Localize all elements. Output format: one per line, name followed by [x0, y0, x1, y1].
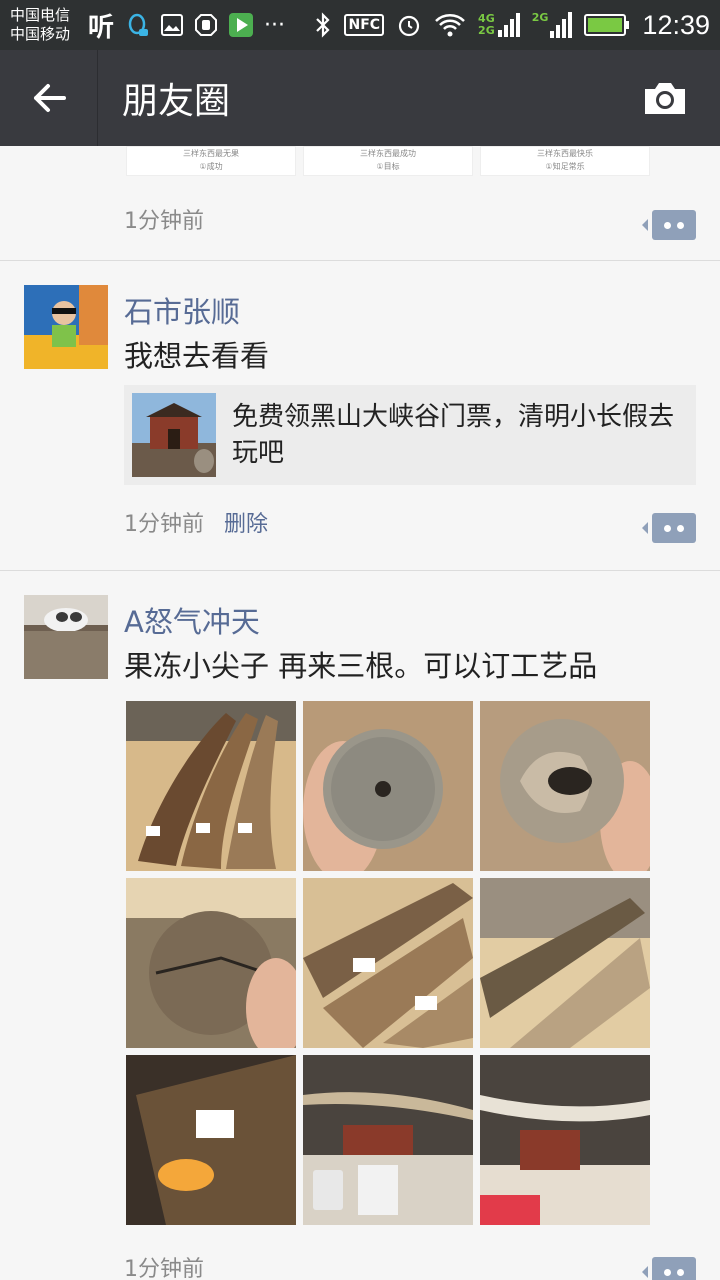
signal-icon — [497, 13, 520, 37]
avatar[interactable] — [24, 285, 108, 369]
play-store-icon — [229, 13, 254, 37]
ting-icon: 听 — [88, 12, 115, 43]
card-thumbnail[interactable]: 三样东西最成功 ①目标 — [303, 146, 473, 176]
post-author[interactable]: 石市张顺 — [124, 289, 240, 331]
photo-thumbnail[interactable] — [480, 878, 650, 1048]
dot-icon — [664, 524, 671, 532]
moments-feed[interactable]: 三样东西最无果 ①成功 三样东西最成功 ①目标 三样东西最快乐 ①知足常乐 1分钟前 … — [0, 146, 720, 1280]
comment-like-button[interactable] — [642, 513, 696, 543]
photo-thumbnail[interactable] — [126, 701, 296, 871]
card-thumbnail[interactable]: 三样东西最无果 ①成功 — [126, 146, 296, 176]
hand-icon — [195, 14, 218, 36]
dot-icon — [677, 1268, 684, 1276]
post-meta: 1分钟前 — [124, 203, 204, 235]
bluetooth-icon — [316, 12, 331, 38]
moment-post: 三样东西最无果 ①成功 三样东西最成功 ①目标 三样东西最快乐 ①知足常乐 1分钟前 — [0, 146, 720, 261]
moment-post: A怒气冲天 果冻小尖子 再来三根。可以订工艺品 1分钟前 — [0, 571, 720, 1280]
post-time: 1分钟前 — [124, 512, 204, 537]
shared-link-card[interactable]: 免费领黑山大峡谷门票，清明小长假去玩吧 — [124, 385, 696, 485]
photo-grid — [126, 701, 650, 1225]
notification-icons: 听 ··· — [88, 7, 285, 44]
camera-icon — [645, 83, 685, 114]
app-bar: 朋友圈 — [0, 50, 720, 146]
image-icon — [161, 14, 184, 36]
signal-icon-2 — [550, 12, 573, 38]
photo-thumbnail[interactable] — [126, 878, 296, 1048]
avatar[interactable] — [24, 595, 108, 679]
clock: 12:39 — [642, 9, 710, 40]
post-meta: 1分钟前 — [124, 1251, 204, 1280]
battery-icon — [584, 14, 630, 36]
shared-link-thumbnail — [132, 393, 216, 477]
photo-thumbnail[interactable] — [303, 701, 473, 871]
image-cards-row: 三样东西最无果 ①成功 三样东西最成功 ①目标 三样东西最快乐 ①知足常乐 — [126, 146, 650, 176]
photo-thumbnail[interactable] — [480, 1055, 650, 1225]
photo-thumbnail[interactable] — [480, 701, 650, 871]
card-thumbnail[interactable]: 三样东西最快乐 ①知足常乐 — [480, 146, 650, 176]
dot-icon — [664, 221, 671, 229]
comment-like-button[interactable] — [642, 210, 696, 240]
post-time: 1分钟前 — [124, 1257, 204, 1280]
dot-icon — [677, 221, 684, 229]
post-author[interactable]: A怒气冲天 — [124, 599, 260, 641]
status-bar: 中国电信 中国移动 听 ··· NFC 4G 2G 2G 12:39 — [0, 0, 720, 50]
carrier-labels: 中国电信 中国移动 — [10, 6, 80, 44]
carrier-1: 中国电信 — [10, 6, 71, 24]
post-meta: 1分钟前 删除 — [124, 506, 268, 538]
signal-4g: 4G 2G — [478, 13, 520, 37]
post-time: 1分钟前 — [124, 209, 204, 234]
shared-link-title: 免费领黑山大峡谷门票，清明小长假去玩吧 — [232, 402, 675, 468]
alarm-icon — [398, 15, 420, 37]
back-button[interactable] — [0, 50, 98, 146]
dot-icon — [677, 524, 684, 532]
more-notifications-icon: ··· — [264, 12, 285, 38]
post-text: 我想去看看 — [124, 339, 270, 373]
camera-button[interactable] — [640, 73, 690, 123]
nfc-icon: NFC — [344, 14, 385, 36]
photo-thumbnail[interactable] — [303, 878, 473, 1048]
signal-2g: 2G — [532, 12, 573, 38]
carrier-2: 中国移动 — [10, 25, 71, 43]
wifi-icon — [435, 14, 465, 37]
delete-link[interactable]: 删除 — [224, 506, 268, 538]
comment-like-button[interactable] — [642, 1257, 696, 1280]
post-text: 果冻小尖子 再来三根。可以订工艺品 — [124, 649, 598, 683]
page-title: 朋友圈 — [122, 81, 231, 122]
photo-thumbnail[interactable] — [303, 1055, 473, 1225]
moment-post: 石市张顺 我想去看看 免费领黑山大峡谷门票，清明小长假去玩吧 1分钟前 删除 — [0, 261, 720, 571]
arrow-left-icon — [33, 84, 66, 112]
qq-icon — [128, 13, 149, 36]
dot-icon — [664, 1268, 671, 1276]
photo-thumbnail[interactable] — [126, 1055, 296, 1225]
